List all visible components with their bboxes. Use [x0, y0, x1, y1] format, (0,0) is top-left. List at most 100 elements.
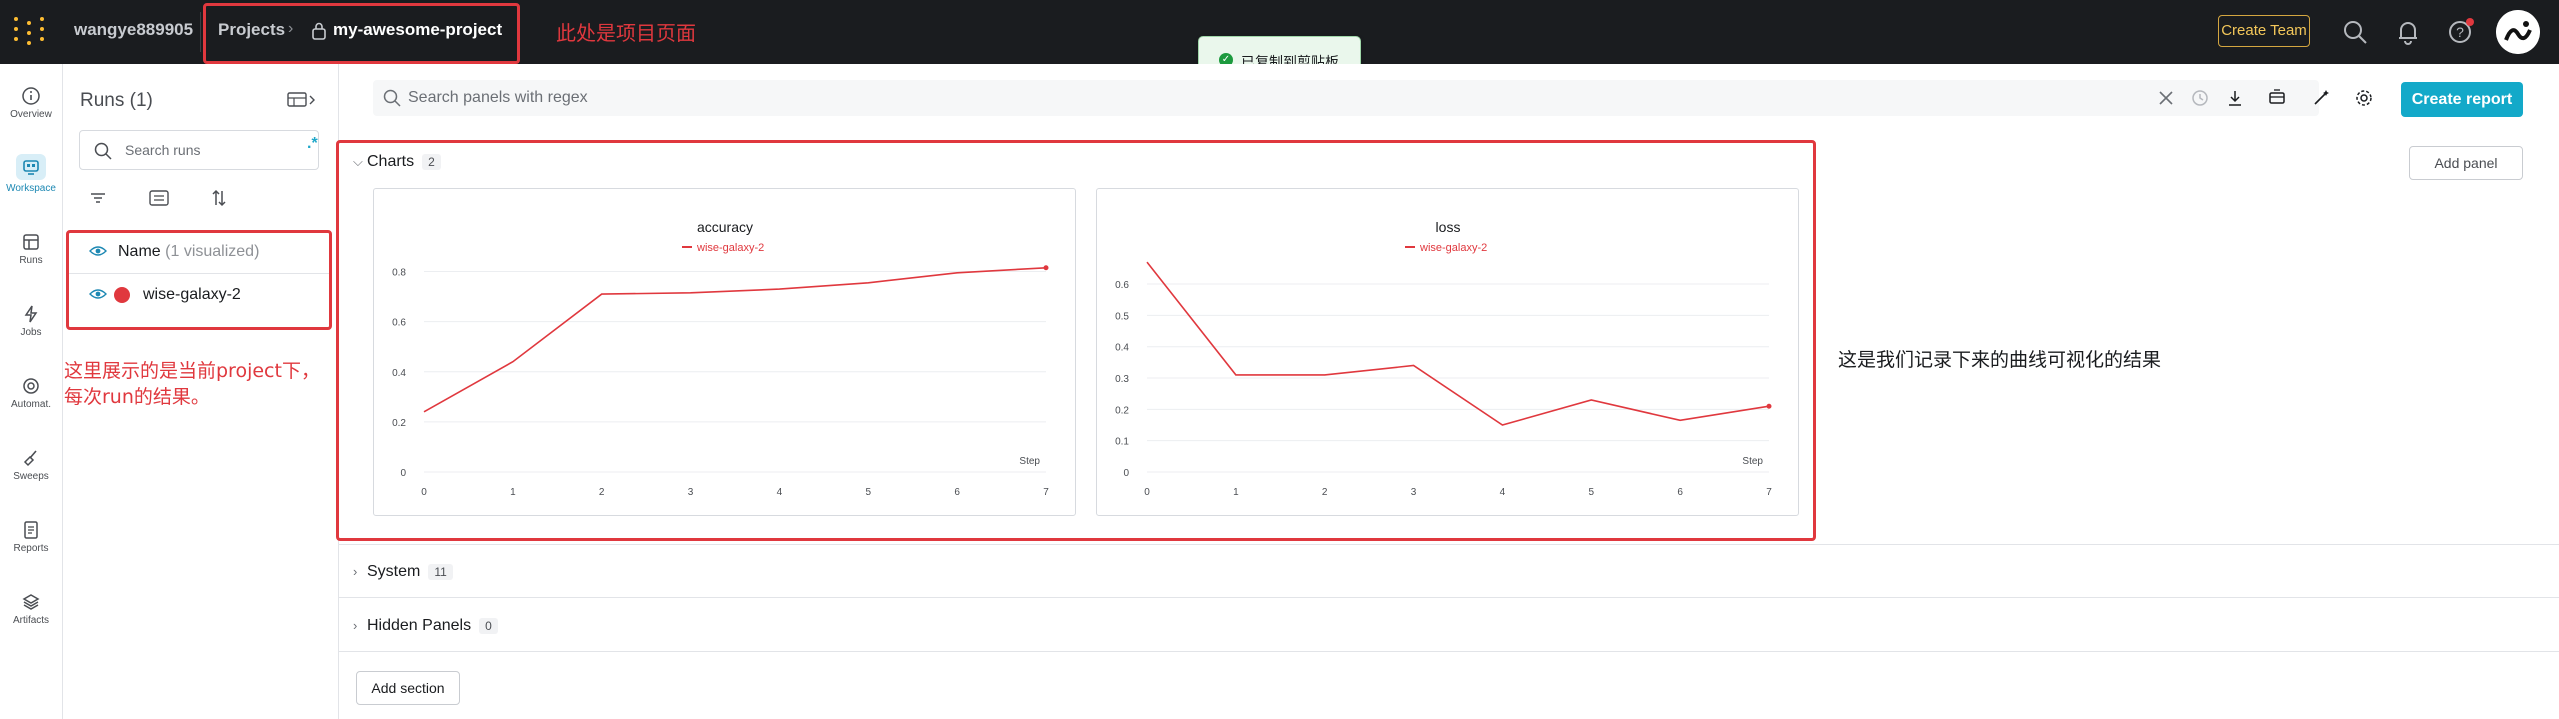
section-charts[interactable]: ⌵ Charts 2	[353, 153, 441, 171]
panel-search-input[interactable]: Search panels with regex	[373, 80, 2319, 116]
sort-icon[interactable]	[209, 188, 229, 208]
clear-icon[interactable]	[2156, 88, 2176, 108]
panel-search-placeholder: Search panels with regex	[408, 89, 588, 106]
help-icon[interactable]: ?	[2446, 18, 2474, 46]
divider	[339, 651, 2559, 652]
nav-reports[interactable]: Reports	[0, 520, 62, 554]
nav-label: Jobs	[20, 327, 42, 338]
y-tick-label: 0.1	[1115, 437, 1129, 448]
y-tick-label: 0	[400, 468, 406, 479]
workspace-main: Search panels with regex Create report ⌵…	[336, 64, 2559, 719]
search-runs-placeholder: Search runs	[125, 142, 201, 158]
y-tick-label: 0.5	[1115, 311, 1129, 322]
data-point	[1043, 265, 1049, 271]
x-tick-label: 2	[1322, 487, 1328, 498]
annotation-project-page: 此处是项目页面	[556, 21, 696, 45]
nav-jobs[interactable]: Jobs	[0, 304, 62, 338]
report-icon	[24, 521, 38, 539]
data-point	[1766, 403, 1772, 409]
info-icon	[22, 87, 40, 105]
chart-title: loss	[1436, 219, 1461, 235]
y-tick-label: 0	[1123, 468, 1129, 479]
create-team-button[interactable]: Create Team	[2218, 15, 2310, 47]
search-icon[interactable]	[2341, 18, 2369, 46]
nav-label: Workspace	[6, 183, 56, 194]
chevron-down-icon: ⌵	[353, 154, 363, 169]
history-icon[interactable]	[2190, 88, 2210, 108]
y-tick-label: 0.2	[392, 418, 406, 429]
nav-automations[interactable]: Automat.	[0, 376, 62, 410]
x-axis-label: Step	[1742, 456, 1763, 467]
x-tick-label: 6	[1677, 487, 1683, 498]
create-report-button[interactable]: Create report	[2401, 82, 2523, 117]
search-icon	[383, 89, 401, 107]
x-tick-label: 2	[599, 487, 605, 498]
section-title: System	[367, 563, 421, 580]
avatar[interactable]	[2496, 10, 2540, 54]
nav-label: Runs	[19, 255, 43, 266]
nav-label: Automat.	[10, 399, 52, 410]
user-name-link[interactable]: wangye889905	[74, 20, 193, 40]
add-section-button[interactable]: Add section	[356, 671, 460, 705]
search-runs-input[interactable]: Search runs .*	[79, 130, 319, 170]
annotation-box-runs	[66, 230, 332, 330]
nav-label: Sweeps	[13, 471, 49, 482]
runs-title: Runs (1)	[80, 90, 153, 111]
x-axis-label: Step	[1019, 456, 1040, 467]
section-title: Charts	[367, 153, 415, 170]
filter-icon[interactable]	[88, 188, 108, 208]
group-icon[interactable]	[148, 188, 170, 208]
chart-panel-loss[interactable]: loss wise-galaxy-2 0 0.1 0.2 0.3 0.4 0.5 0.6 0 1 2 3…	[1096, 188, 1799, 516]
section-system[interactable]: › System 11	[353, 563, 453, 581]
wandb-logo-icon[interactable]	[14, 17, 44, 47]
magic-wand-icon[interactable]	[2311, 88, 2331, 108]
nav-label: Reports	[13, 543, 49, 554]
annotation-runs-line1: 这里展示的是当前project下，	[64, 360, 320, 382]
search-icon	[94, 142, 112, 160]
divider	[339, 544, 2559, 545]
automation-icon	[23, 378, 39, 394]
layout-icon[interactable]	[2267, 88, 2287, 108]
x-tick-label: 3	[688, 487, 694, 498]
bell-icon[interactable]	[2394, 18, 2422, 46]
annotation-box-project	[203, 3, 520, 64]
nav-label: Overview	[10, 109, 52, 120]
left-nav: Overview Workspace Runs Jobs Automat. Sw…	[0, 64, 63, 719]
download-icon[interactable]	[2225, 88, 2245, 108]
x-tick-label: 4	[1500, 487, 1506, 498]
settings-gear-icon[interactable]	[2354, 88, 2374, 108]
section-count: 2	[422, 154, 441, 170]
nav-overview[interactable]: Overview	[0, 86, 62, 120]
section-count: 0	[479, 618, 498, 634]
section-title: Hidden Panels	[367, 617, 472, 634]
x-tick-label: 7	[1043, 487, 1049, 498]
nav-artifacts[interactable]: Artifacts	[0, 592, 62, 626]
x-tick-label: 7	[1766, 487, 1772, 498]
x-tick-label: 1	[510, 487, 516, 498]
x-tick-label: 4	[777, 487, 783, 498]
x-tick-label: 5	[1589, 487, 1595, 498]
nav-sweeps[interactable]: Sweeps	[0, 448, 62, 482]
regex-toggle-icon[interactable]: .*	[307, 135, 318, 153]
nav-runs[interactable]: Runs	[0, 232, 62, 266]
x-tick-label: 1	[1233, 487, 1239, 498]
chart-title: accuracy	[697, 219, 753, 235]
table-toggle-icon[interactable]	[287, 90, 317, 110]
layers-icon	[22, 594, 40, 610]
chevron-right-icon: ›	[353, 618, 358, 633]
legend-label: wise-galaxy-2	[696, 242, 764, 254]
y-tick-label: 0.8	[392, 268, 406, 279]
chart-panel-accuracy[interactable]: accuracy wise-galaxy-2 0 0.2 0.4 0.6 0.8 0 1 2 3 4 5…	[373, 188, 1076, 516]
table-icon	[23, 234, 39, 250]
add-panel-button[interactable]: Add panel	[2409, 146, 2523, 180]
divider	[339, 597, 2559, 598]
runs-panel: Runs (1) Search runs .* Name (1 visualiz…	[63, 64, 339, 719]
section-count: 11	[428, 564, 453, 580]
y-tick-label: 0.6	[1115, 280, 1129, 291]
annotation-curve-results: 这是我们记录下来的曲线可视化的结果	[1838, 349, 2162, 371]
nav-workspace[interactable]: Workspace	[0, 154, 62, 194]
y-tick-label: 0.4	[392, 368, 406, 379]
section-hidden-panels[interactable]: › Hidden Panels 0	[353, 617, 498, 635]
y-tick-label: 0.2	[1115, 405, 1129, 416]
lightning-icon	[24, 305, 38, 323]
